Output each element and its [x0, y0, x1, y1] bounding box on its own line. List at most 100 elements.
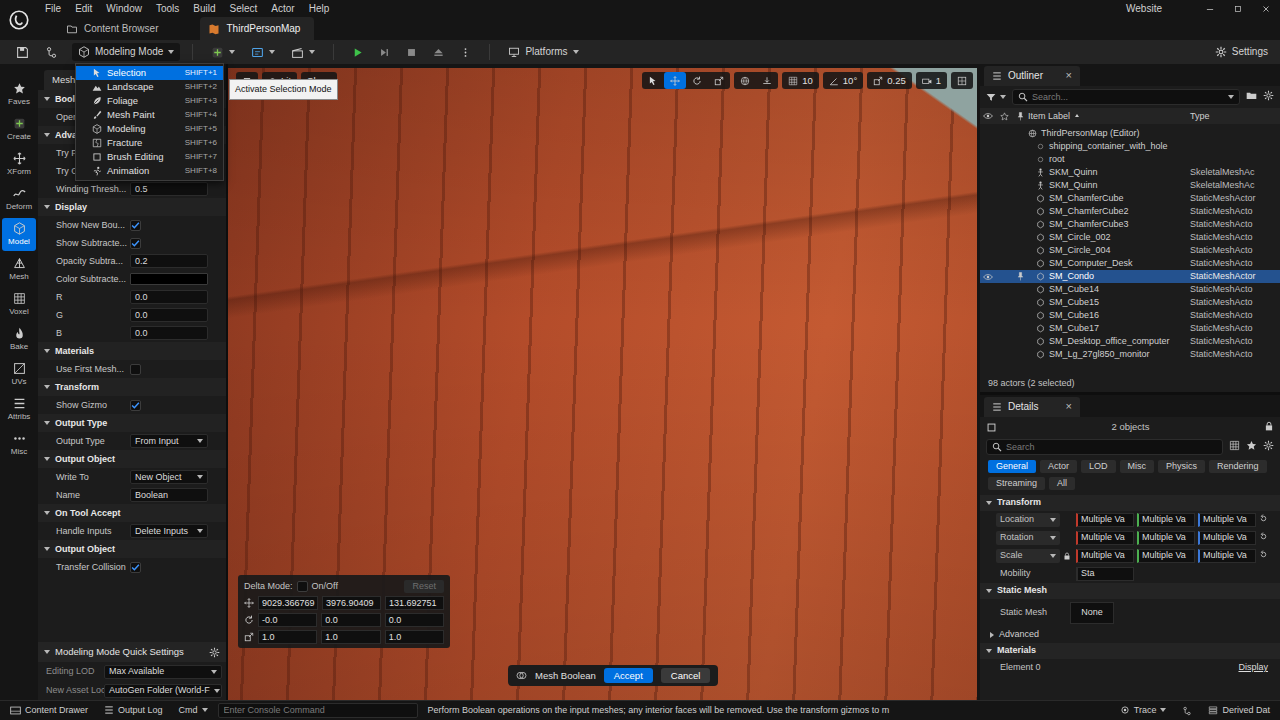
trace-button[interactable]: Trace: [1114, 705, 1173, 716]
mode-menu-item[interactable]: FractureSHIFT+6: [76, 136, 223, 150]
outliner-tab[interactable]: Outliner×: [984, 66, 1080, 86]
gizmo-tool-button[interactable]: [686, 72, 708, 89]
section-header[interactable]: Output Type: [55, 418, 107, 429]
filter-button[interactable]: [986, 92, 1006, 102]
checkbox[interactable]: [297, 581, 308, 592]
number-field[interactable]: 1.0: [258, 630, 317, 644]
dropdown[interactable]: AutoGen Folder (World-F: [104, 684, 222, 698]
outliner-settings-button[interactable]: [1263, 90, 1274, 104]
close-button[interactable]: ×: [1056, 69, 1072, 82]
outliner-row[interactable]: SM_Cube16StaticMeshActo: [980, 309, 1280, 322]
label-column[interactable]: Item Label: [1028, 111, 1190, 122]
snap-setting[interactable]: 0.25: [867, 72, 912, 89]
section-header[interactable]: Output Object: [55, 544, 115, 555]
play-button[interactable]: [346, 43, 369, 61]
mode-menu-item[interactable]: LandscapeSHIFT+2: [76, 80, 223, 94]
number-field[interactable]: Multiple Va: [1076, 531, 1134, 545]
menu-item[interactable]: Edit: [75, 3, 92, 15]
engine-logo[interactable]: [0, 0, 38, 40]
dropdown[interactable]: New Object: [130, 470, 208, 484]
checkbox[interactable]: [130, 562, 141, 573]
tool-category[interactable]: Create: [2, 113, 36, 146]
maximize-button[interactable]: [1224, 0, 1252, 17]
outliner-row[interactable]: SM_ChamferCubeStaticMeshActor: [980, 192, 1280, 205]
section-header[interactable]: Static Mesh: [980, 583, 1280, 599]
more-button[interactable]: [454, 43, 477, 61]
accept-button[interactable]: Accept: [604, 668, 653, 683]
outliner-row[interactable]: SKM_QuinnSkeletalMeshAc: [980, 166, 1280, 179]
console-input[interactable]: [224, 705, 412, 716]
tool-category[interactable]: XForm: [2, 148, 36, 181]
dropdown[interactable]: Max Available: [104, 665, 222, 679]
step-button[interactable]: [373, 43, 396, 61]
quick-settings-header[interactable]: Modeling Mode Quick Settings: [38, 642, 226, 662]
filter-tab[interactable]: Streaming: [988, 477, 1045, 490]
blueprint-button[interactable]: [245, 43, 281, 61]
tool-category[interactable]: Misc: [2, 428, 36, 461]
mode-menu-item[interactable]: SelectionSHIFT+1: [76, 66, 223, 80]
mode-dropdown[interactable]: Modeling Mode: [72, 43, 180, 61]
outliner-row[interactable]: SM_Computer_DeskStaticMeshActo: [980, 257, 1280, 270]
cmd-dropdown[interactable]: Cmd: [173, 705, 214, 716]
outliner-row[interactable]: SM_Cube17StaticMeshActo: [980, 322, 1280, 335]
grid-view-button[interactable]: [1229, 440, 1240, 453]
gizmo-tool-button[interactable]: [664, 72, 686, 89]
details-tab[interactable]: Details×: [984, 397, 1080, 417]
number-field[interactable]: 1.0: [321, 630, 380, 644]
number-field[interactable]: 1.0: [385, 630, 444, 644]
number-field[interactable]: -0.0: [258, 613, 317, 627]
menu-item[interactable]: File: [45, 3, 61, 15]
outliner-row[interactable]: SM_Lg_27gl850_monitorStaticMeshActo: [980, 348, 1280, 361]
lock-button[interactable]: [1264, 421, 1274, 433]
tool-category[interactable]: UVs: [2, 358, 36, 391]
tool-category[interactable]: Bake: [2, 323, 36, 356]
menu-item[interactable]: Window: [106, 3, 142, 15]
space-dropdown[interactable]: Location: [996, 513, 1060, 527]
value-field[interactable]: 0.0: [130, 326, 208, 340]
number-field[interactable]: Multiple Va: [1137, 549, 1195, 563]
display-link[interactable]: Display: [1238, 662, 1268, 673]
section-header[interactable]: On Tool Accept: [55, 508, 121, 519]
number-field[interactable]: 9029.366769: [258, 596, 318, 610]
minimize-button[interactable]: [1196, 0, 1224, 17]
reset-button[interactable]: [1259, 532, 1268, 544]
section-header[interactable]: Output Object: [55, 454, 115, 465]
mode-menu-item[interactable]: FoliageSHIFT+3: [76, 94, 223, 108]
favorites-button[interactable]: [1246, 440, 1257, 453]
mode-menu-item[interactable]: Brush EditingSHIFT+7: [76, 150, 223, 164]
tool-category[interactable]: Faves: [2, 78, 36, 111]
outliner-row[interactable]: SM_Desktop_office_computerStaticMeshActo: [980, 335, 1280, 348]
dropdown[interactable]: Delete Inputs: [130, 524, 208, 538]
section-header[interactable]: Transform: [980, 495, 1280, 511]
tool-category[interactable]: Deform: [2, 183, 36, 216]
output-log-button[interactable]: Output Log: [98, 705, 169, 716]
gizmo-tool-button[interactable]: [708, 72, 730, 89]
number-field[interactable]: Multiple Va: [1198, 513, 1256, 527]
checkbox[interactable]: [130, 400, 141, 411]
outliner-row[interactable]: SM_CondoStaticMeshActor: [980, 270, 1280, 283]
save-button[interactable]: [10, 43, 35, 61]
world-space-button[interactable]: [734, 72, 756, 89]
number-field[interactable]: Multiple Va: [1137, 513, 1195, 527]
number-field[interactable]: 0.0: [321, 613, 380, 627]
advanced-toggle[interactable]: Advanced: [980, 627, 1280, 643]
reset-button[interactable]: [1259, 514, 1268, 526]
menu-item[interactable]: Actor: [271, 3, 294, 15]
type-column[interactable]: Type: [1190, 111, 1274, 122]
tool-category[interactable]: Model: [2, 218, 36, 251]
menu-item[interactable]: Help: [309, 3, 330, 15]
number-field[interactable]: 3976.90409: [322, 596, 381, 610]
outliner-row[interactable]: SM_Cube15StaticMeshActo: [980, 296, 1280, 309]
dropdown[interactable]: From Input: [130, 434, 208, 448]
filter-tab[interactable]: Physics: [1158, 460, 1205, 473]
outliner-row[interactable]: SKM_QuinnSkeletalMeshAc: [980, 179, 1280, 192]
eject-button[interactable]: [427, 43, 450, 61]
filter-tab[interactable]: Rendering: [1209, 460, 1267, 473]
add-folder-button[interactable]: [1246, 90, 1257, 104]
mesh-thumbnail[interactable]: None: [1070, 602, 1114, 624]
tool-category[interactable]: Voxel: [2, 288, 36, 321]
outliner-row[interactable]: root: [980, 153, 1280, 166]
tool-category[interactable]: Mesh: [2, 253, 36, 286]
value-field[interactable]: 0.2: [130, 254, 208, 268]
document-tab[interactable]: Content Browser: [58, 17, 172, 40]
